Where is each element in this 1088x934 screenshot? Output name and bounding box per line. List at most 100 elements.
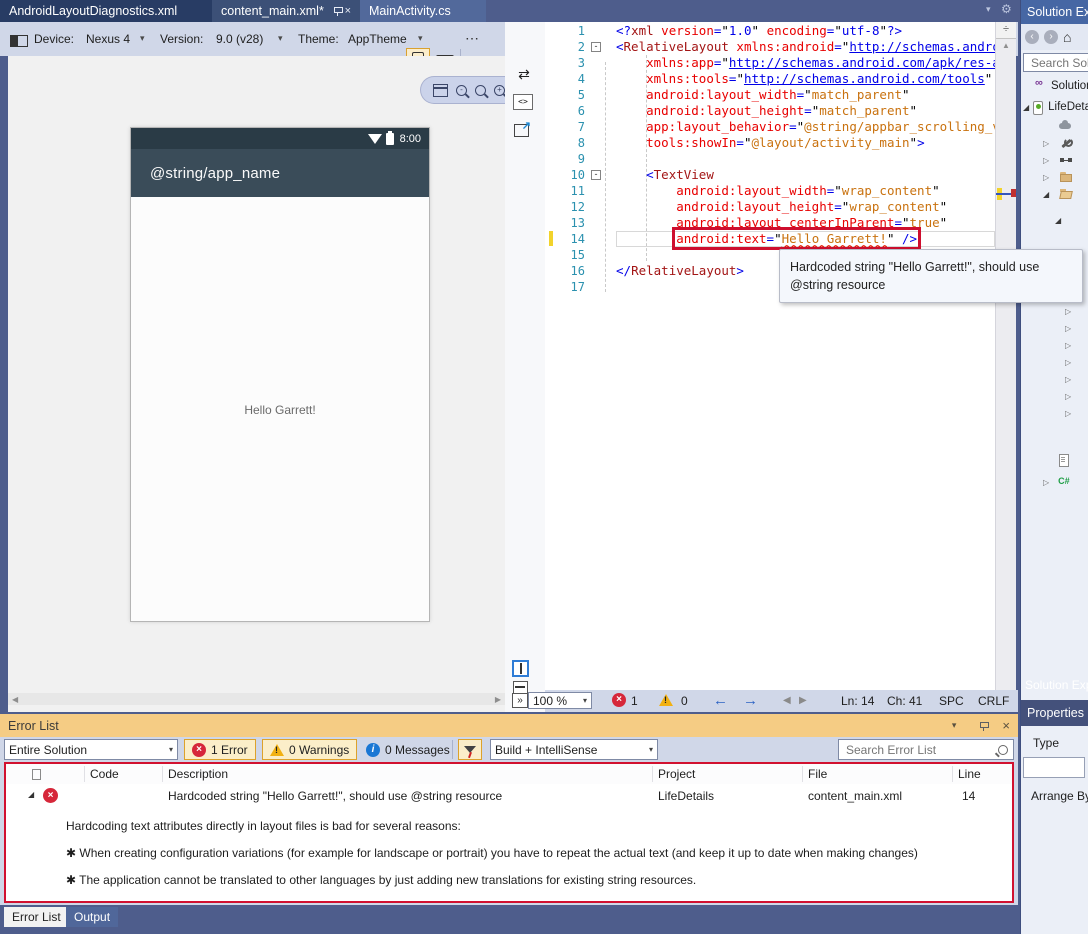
column-description[interactable]: Description bbox=[168, 767, 228, 781]
code-line[interactable]: xmlns:tools="http://schemas.android.com/… bbox=[616, 71, 995, 87]
pin-icon[interactable] bbox=[333, 6, 337, 16]
expand-icon[interactable]: ▷ bbox=[1065, 375, 1071, 384]
tree-item[interactable]: ▷ bbox=[1021, 474, 1088, 490]
zoom-actual-icon[interactable] bbox=[475, 85, 486, 96]
zoom-level-select[interactable]: 100 % ▾ bbox=[528, 692, 592, 709]
forward-icon[interactable]: › bbox=[1044, 30, 1058, 44]
previous-item-icon[interactable]: ◀ bbox=[783, 695, 791, 706]
scroll-left-icon[interactable]: ◀ bbox=[12, 695, 18, 704]
tree-item[interactable] bbox=[1021, 452, 1088, 468]
chevron-down-icon[interactable]: ▾ bbox=[952, 720, 957, 731]
expand-icon[interactable]: ▷ bbox=[1065, 409, 1071, 418]
ellipsis-icon[interactable]: ⋯ bbox=[465, 30, 479, 47]
error-row[interactable]: ◢ × Hardcoded string "Hello Garrett!", s… bbox=[6, 784, 1012, 808]
code-line[interactable]: android:layout_width="match_parent" bbox=[616, 87, 995, 103]
code-line[interactable]: app:layout_behavior="@string/appbar_scro… bbox=[616, 119, 995, 135]
scope-select[interactable]: Entire Solution ▾ bbox=[4, 739, 178, 760]
code-line[interactable]: android:layout_height="match_parent" bbox=[616, 103, 995, 119]
tree-item[interactable]: ▷ bbox=[1021, 152, 1088, 168]
device-value[interactable]: Nexus 4 bbox=[86, 32, 130, 46]
expand-icon[interactable]: ▷ bbox=[1043, 173, 1049, 182]
tree-item[interactable]: ◢LifeDetails bbox=[1021, 99, 1088, 115]
pin-icon[interactable] bbox=[979, 721, 988, 731]
code-line[interactable]: <?xml version="1.0" encoding="utf-8"?> bbox=[616, 23, 995, 39]
messages-filter-button[interactable]: i 0 Messages bbox=[358, 739, 458, 760]
expand-icon[interactable]: ▷ bbox=[1043, 139, 1049, 148]
error-search-input[interactable] bbox=[844, 742, 998, 758]
gear-icon[interactable]: ⚙ bbox=[1001, 2, 1012, 16]
design-surface[interactable]: - + 8:00 @string/app_name Hello Garrett!… bbox=[8, 56, 505, 712]
error-search-box[interactable] bbox=[838, 739, 1014, 760]
provider-select[interactable]: Build + IntelliSense ▾ bbox=[490, 739, 658, 760]
navigate-back-icon[interactable]: ← bbox=[713, 692, 728, 709]
code-line[interactable]: <TextView bbox=[616, 167, 995, 183]
expand-icon[interactable]: ▷ bbox=[1043, 478, 1049, 487]
splitter-grip-icon[interactable]: ÷ bbox=[996, 22, 1016, 39]
arrange-by-label[interactable]: Arrange By bbox=[1031, 789, 1088, 803]
expand-icon[interactable]: ▷ bbox=[1065, 392, 1071, 401]
error-list-titlebar[interactable]: Error List ▾ × bbox=[0, 714, 1018, 737]
close-icon[interactable]: × bbox=[1002, 718, 1010, 733]
code-line[interactable]: xmlns:app="http://schemas.android.com/ap… bbox=[616, 55, 995, 71]
tree-item[interactable] bbox=[1021, 118, 1088, 134]
collapse-icon[interactable]: ◢ bbox=[1023, 103, 1029, 112]
tree-item[interactable]: ▷ bbox=[1021, 169, 1088, 185]
tab-output[interactable]: Output bbox=[66, 907, 118, 927]
fit-page-icon[interactable] bbox=[433, 84, 448, 97]
expand-icon[interactable]: ▷ bbox=[1065, 341, 1071, 350]
scroll-right-icon[interactable]: ▶ bbox=[495, 695, 501, 704]
chevron-down-icon[interactable]: ▾ bbox=[418, 33, 423, 44]
line-ending-indicator[interactable]: CRLF bbox=[978, 694, 1009, 708]
fold-toggle-icon[interactable]: - bbox=[591, 170, 601, 180]
preview-textview[interactable]: Hello Garrett! bbox=[131, 403, 429, 417]
expand-icon[interactable]: ▷ bbox=[1065, 307, 1071, 316]
tree-item[interactable]: ◢ bbox=[1021, 212, 1088, 228]
swap-panes-icon[interactable]: ⇄ bbox=[514, 66, 534, 83]
solution-explorer-bottom-tab[interactable]: Solution Explorer bbox=[1025, 678, 1088, 692]
code-line[interactable]: android:layout_centerInParent="true" bbox=[616, 215, 995, 231]
error-count-icon[interactable]: × bbox=[612, 693, 626, 707]
fold-toggle-icon[interactable]: - bbox=[591, 42, 601, 52]
tree-item[interactable]: ▷ bbox=[1021, 320, 1088, 336]
version-value[interactable]: 9.0 (v28) bbox=[216, 32, 263, 46]
code-line[interactable]: <RelativeLayout xmlns:android="http://sc… bbox=[616, 39, 995, 55]
xml-code-editor[interactable]: 1234567891011121314151617 -- <?xml versi… bbox=[545, 22, 995, 690]
code-line[interactable]: tools:showIn="@layout/activity_main"> bbox=[616, 135, 995, 151]
next-item-icon[interactable]: ▶ bbox=[799, 695, 807, 706]
warning-count[interactable]: 0 bbox=[681, 694, 688, 708]
tab-error-list[interactable]: Error List bbox=[4, 907, 69, 927]
code-line[interactable] bbox=[616, 151, 995, 167]
error-count[interactable]: 1 bbox=[631, 694, 638, 708]
zoom-in-icon[interactable]: + bbox=[494, 85, 505, 96]
design-horizontal-scrollbar[interactable]: ◀ ▶ bbox=[8, 693, 505, 705]
tree-item[interactable]: ◢ bbox=[1021, 186, 1088, 202]
code-line[interactable]: android:layout_height="wrap_content" bbox=[616, 199, 995, 215]
column-line[interactable]: Line bbox=[958, 767, 981, 781]
code-line[interactable]: android:text="Hello Garrett!" /> bbox=[616, 231, 995, 247]
warnings-filter-button[interactable]: 0 Warnings bbox=[262, 739, 357, 760]
code-line[interactable]: android:layout_width="wrap_content" bbox=[616, 183, 995, 199]
warning-count-icon[interactable] bbox=[659, 694, 673, 706]
tree-item[interactable]: ▷ bbox=[1021, 405, 1088, 421]
collapse-icon[interactable]: ◢ bbox=[1055, 216, 1061, 225]
close-icon[interactable]: × bbox=[345, 6, 351, 17]
source-view-icon[interactable]: <> bbox=[513, 94, 533, 110]
column-project[interactable]: Project bbox=[658, 767, 695, 781]
search-icon[interactable] bbox=[998, 745, 1008, 755]
tree-item[interactable]: ▷ bbox=[1021, 303, 1088, 319]
chevron-down-icon[interactable]: ▾ bbox=[140, 33, 145, 44]
chevron-down-icon[interactable]: ▾ bbox=[278, 33, 283, 44]
column-code[interactable]: Code bbox=[90, 767, 119, 781]
expand-icon[interactable]: ▷ bbox=[1043, 156, 1049, 165]
tree-item[interactable]: ▷ bbox=[1021, 354, 1088, 370]
tree-item[interactable]: ▷ bbox=[1021, 388, 1088, 404]
tree-item[interactable]: ▷ bbox=[1021, 337, 1088, 353]
tab-mainactivity[interactable]: MainActivity.cs bbox=[360, 0, 486, 22]
errors-filter-button[interactable]: × 1 Error bbox=[184, 739, 256, 760]
tree-item[interactable]: ▷ bbox=[1021, 371, 1088, 387]
editor-vertical-scrollbar[interactable]: ÷ ▲ bbox=[995, 22, 1016, 690]
theme-value[interactable]: AppTheme bbox=[348, 32, 407, 46]
row-expander-icon[interactable]: ◢ bbox=[28, 790, 34, 799]
chevron-down-icon[interactable]: ▾ bbox=[986, 4, 991, 15]
tree-item[interactable]: Solution bbox=[1021, 78, 1088, 94]
